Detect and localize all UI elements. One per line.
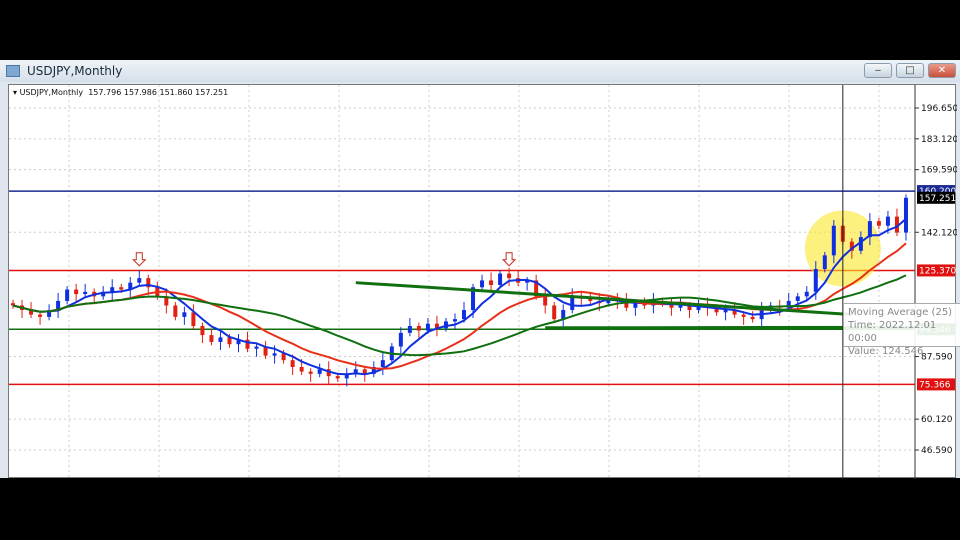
candle-body xyxy=(218,337,223,342)
candle-body xyxy=(462,310,466,320)
candle-body xyxy=(876,221,881,226)
tooltip-name: Moving Average (25) xyxy=(848,307,953,318)
candle-body xyxy=(633,303,638,308)
candle-body xyxy=(74,289,79,295)
chart-canvas: 196.650183.120169.590142.12087.59060.120… xyxy=(9,85,957,479)
candle-body xyxy=(813,269,818,292)
candle-body xyxy=(317,369,322,374)
candle-body xyxy=(903,197,908,233)
price-label: 125.370 xyxy=(919,266,956,276)
close-button[interactable]: ✕ xyxy=(928,63,956,78)
candle-body xyxy=(543,296,548,306)
candle-body xyxy=(398,332,403,347)
candle-body xyxy=(416,325,421,331)
candle-body xyxy=(750,316,755,320)
chart-window-icon xyxy=(6,65,20,77)
trend-line xyxy=(355,281,853,317)
window-title: USDJPY,Monthly xyxy=(27,64,123,78)
minimize-button[interactable]: ‒ xyxy=(864,63,892,78)
candle-body xyxy=(741,314,746,317)
candle-body xyxy=(570,296,575,311)
title-bar: USDJPY,Monthly ‒ □ ✕ xyxy=(0,60,960,82)
candle-body xyxy=(182,312,187,317)
down-arrow-icon xyxy=(132,252,147,267)
candle-body xyxy=(723,310,728,313)
axis-tick-label: 183.120 xyxy=(921,135,957,145)
candle-body xyxy=(299,367,304,372)
candle-body xyxy=(191,312,196,326)
moving-average-25 xyxy=(12,274,907,357)
candle-body xyxy=(678,305,683,308)
legend-symbol: USDJPY,Monthly xyxy=(19,88,84,97)
candle-body xyxy=(552,305,557,320)
tooltip-value: Value: 124.546 xyxy=(848,346,924,357)
candle-body xyxy=(507,273,512,279)
price-chart[interactable]: ▾ USDJPY,Monthly 157.796 157.986 151.860… xyxy=(8,84,960,479)
axis-tick-label: 169.590 xyxy=(921,166,957,176)
candle-body xyxy=(804,291,809,297)
candle-body xyxy=(795,296,800,301)
down-arrow-icon xyxy=(501,252,517,267)
candle-body xyxy=(209,335,214,342)
legend-open: 157.796 xyxy=(88,88,122,97)
candle-body xyxy=(83,291,88,295)
candle-body xyxy=(831,225,836,256)
candle-body xyxy=(137,278,142,283)
collapse-triangle-icon[interactable]: ▾ xyxy=(13,88,17,97)
candle-body xyxy=(480,280,485,288)
candle-body xyxy=(254,346,259,349)
price-label: 75.366 xyxy=(919,380,951,390)
candle-body xyxy=(173,305,178,317)
candle-body xyxy=(489,280,494,285)
axis-tick-label: 46.590 xyxy=(921,446,953,456)
axis-tick-label: 142.120 xyxy=(921,228,957,238)
candle-body xyxy=(380,360,385,368)
indicator-tooltip: Moving Average (25) Time: 2022.12.01 00:… xyxy=(843,303,960,357)
candle-body xyxy=(885,216,890,226)
candle-body xyxy=(200,325,205,336)
candle-body xyxy=(272,353,277,356)
candle-body xyxy=(290,360,295,368)
candle-body xyxy=(335,376,340,379)
candle-body xyxy=(407,325,412,333)
candle-body xyxy=(227,337,232,345)
candle-body xyxy=(308,371,313,374)
legend-close: 157.251 xyxy=(195,88,229,97)
legend-low: 151.860 xyxy=(159,88,193,97)
axis-tick-label: 60.120 xyxy=(921,415,953,425)
tooltip-time: Time: 2022.12.01 00:00 xyxy=(848,320,937,344)
candle-body xyxy=(425,323,430,331)
candle-body xyxy=(498,273,503,285)
candle-body xyxy=(119,287,124,290)
candle-body xyxy=(65,289,70,301)
candle-body xyxy=(822,255,827,270)
candle-body xyxy=(452,319,457,322)
candle-body xyxy=(38,314,43,317)
maximize-button[interactable]: □ xyxy=(896,63,924,78)
axis-tick-label: 196.650 xyxy=(921,104,957,114)
chart-legend: ▾ USDJPY,Monthly 157.796 157.986 151.860… xyxy=(13,88,228,97)
legend-high: 157.986 xyxy=(123,88,157,97)
chart-window: USDJPY,Monthly ‒ □ ✕ ▾ USDJPY,Monthly 15… xyxy=(0,60,960,479)
price-label: 157.251 xyxy=(919,194,956,204)
